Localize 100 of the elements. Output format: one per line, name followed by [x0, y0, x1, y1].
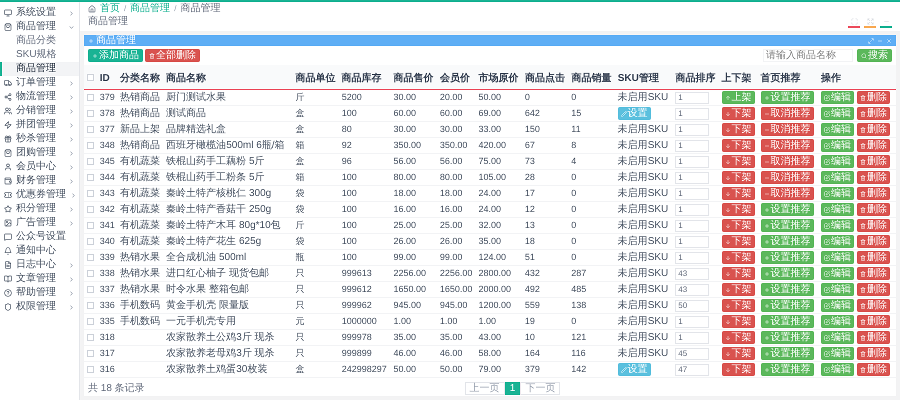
recommend-button[interactable]: 设置推荐	[760, 299, 814, 312]
recommend-button[interactable]: 设置推荐	[760, 91, 814, 104]
sort-input[interactable]: 47	[675, 364, 710, 376]
row-checkbox[interactable]	[87, 94, 94, 101]
unshelve-button[interactable]: 下架	[722, 187, 755, 200]
edit-button[interactable]: 编辑	[820, 91, 854, 104]
select-all-checkbox[interactable]	[87, 74, 94, 80]
recommend-button[interactable]: 设置推荐	[760, 363, 814, 376]
row-checkbox[interactable]	[87, 190, 94, 197]
row-checkbox[interactable]	[87, 222, 94, 229]
pagination-button[interactable]: 上一页	[464, 382, 505, 395]
delete-button[interactable]: 删除	[856, 91, 890, 104]
delete-button[interactable]: 删除	[856, 299, 890, 312]
row-checkbox[interactable]	[87, 302, 94, 309]
pagination-button[interactable]: 下一页	[520, 382, 560, 395]
sidebar-item[interactable]: 通知中心	[0, 244, 79, 258]
recommend-button[interactable]: 设置推荐	[760, 219, 814, 232]
sort-input[interactable]: 1	[675, 124, 710, 136]
sidebar-item[interactable]: 商品管理	[0, 20, 79, 34]
breadcrumb-link[interactable]: 首页	[100, 4, 120, 14]
fullscreen-button[interactable]	[848, 18, 860, 28]
unshelve-button[interactable]: 下架	[722, 331, 755, 344]
sidebar-item[interactable]: 公众号设置	[0, 230, 79, 244]
sidebar-item[interactable]: 广告管理	[0, 216, 79, 230]
edit-button[interactable]: 编辑	[820, 267, 854, 280]
sort-input[interactable]: 50	[675, 300, 710, 312]
edit-button[interactable]: 编辑	[820, 315, 854, 328]
sidebar-item[interactable]: 帮助管理	[0, 286, 79, 300]
sort-input[interactable]: 1	[675, 172, 710, 184]
sort-input[interactable]: 1	[675, 316, 710, 328]
unrecommend-button[interactable]: 取消推荐	[760, 155, 814, 168]
recommend-button[interactable]: 设置推荐	[760, 267, 814, 280]
sort-input[interactable]: 1	[675, 220, 710, 232]
sort-input[interactable]: 1	[675, 92, 710, 104]
sort-input[interactable]: 1	[675, 252, 710, 264]
delete-all-button[interactable]: 全部删除	[145, 49, 200, 62]
edit-button[interactable]: 编辑	[820, 363, 854, 376]
sku-settings-button[interactable]: 设置	[618, 363, 651, 376]
recommend-button[interactable]: 设置推荐	[760, 251, 814, 264]
minimize-button[interactable]	[880, 18, 892, 28]
unshelve-button[interactable]: 下架	[722, 299, 755, 312]
recommend-button[interactable]: 设置推荐	[760, 315, 814, 328]
sidebar-item[interactable]: 系统设置	[0, 6, 79, 20]
edit-button[interactable]: 编辑	[820, 283, 854, 296]
unshelve-button[interactable]: 下架	[722, 203, 755, 216]
unshelve-button[interactable]: 下架	[722, 347, 755, 360]
edit-button[interactable]: 编辑	[820, 251, 854, 264]
sidebar-item[interactable]: 积分管理	[0, 202, 79, 216]
recommend-button[interactable]: 设置推荐	[760, 283, 814, 296]
recommend-button[interactable]: 设置推荐	[760, 331, 814, 344]
unshelve-button[interactable]: 下架	[722, 139, 755, 152]
edit-button[interactable]: 编辑	[820, 331, 854, 344]
sidebar-item[interactable]: 优惠券管理	[0, 188, 79, 202]
unrecommend-button[interactable]: 取消推荐	[760, 107, 814, 120]
delete-button[interactable]: 删除	[856, 123, 890, 136]
row-checkbox[interactable]	[87, 126, 94, 133]
sidebar-item[interactable]: 秒杀管理	[0, 132, 79, 146]
edit-button[interactable]: 编辑	[820, 299, 854, 312]
delete-button[interactable]: 删除	[856, 363, 890, 376]
sidebar-item[interactable]: 拼团管理	[0, 118, 79, 132]
unrecommend-button[interactable]: 取消推荐	[760, 187, 814, 200]
edit-button[interactable]: 编辑	[820, 139, 854, 152]
row-checkbox[interactable]	[87, 174, 94, 181]
edit-button[interactable]: 编辑	[820, 203, 854, 216]
delete-button[interactable]: 删除	[856, 347, 890, 360]
sort-input[interactable]: 1	[675, 332, 710, 344]
row-checkbox[interactable]	[87, 270, 94, 277]
sort-input[interactable]: 1	[675, 156, 710, 168]
delete-button[interactable]: 删除	[856, 171, 890, 184]
row-checkbox[interactable]	[87, 238, 94, 245]
edit-button[interactable]: 编辑	[820, 187, 854, 200]
shelve-button[interactable]: 上架	[722, 91, 755, 104]
add-product-button[interactable]: 添加商品	[88, 49, 143, 62]
delete-button[interactable]: 删除	[856, 235, 890, 248]
recommend-button[interactable]: 设置推荐	[760, 347, 814, 360]
sort-input[interactable]: 43	[675, 284, 710, 296]
unshelve-button[interactable]: 下架	[722, 267, 755, 280]
unshelve-button[interactable]: 下架	[722, 235, 755, 248]
unshelve-button[interactable]: 下架	[722, 283, 755, 296]
sort-input[interactable]: 1	[675, 236, 710, 248]
unrecommend-button[interactable]: 取消推荐	[760, 139, 814, 152]
sidebar-item[interactable]: 分销管理	[0, 104, 79, 118]
unrecommend-button[interactable]: 取消推荐	[760, 123, 814, 136]
edit-button[interactable]: 编辑	[820, 219, 854, 232]
delete-button[interactable]: 删除	[856, 267, 890, 280]
sidebar-item[interactable]: 权限管理	[0, 300, 79, 314]
row-checkbox[interactable]	[87, 286, 94, 293]
pagination-button[interactable]: 1	[504, 382, 520, 395]
unshelve-button[interactable]: 下架	[722, 363, 755, 376]
row-checkbox[interactable]	[87, 206, 94, 213]
row-checkbox[interactable]	[87, 254, 94, 261]
unrecommend-button[interactable]: 取消推荐	[760, 171, 814, 184]
sort-input[interactable]: 1	[675, 188, 710, 200]
unshelve-button[interactable]: 下架	[722, 171, 755, 184]
sku-settings-button[interactable]: 设置	[618, 107, 651, 120]
row-checkbox[interactable]	[87, 318, 94, 325]
unshelve-button[interactable]: 下架	[722, 315, 755, 328]
sort-input[interactable]: 45	[675, 348, 710, 360]
unshelve-button[interactable]: 下架	[722, 251, 755, 264]
edit-button[interactable]: 编辑	[820, 107, 854, 120]
